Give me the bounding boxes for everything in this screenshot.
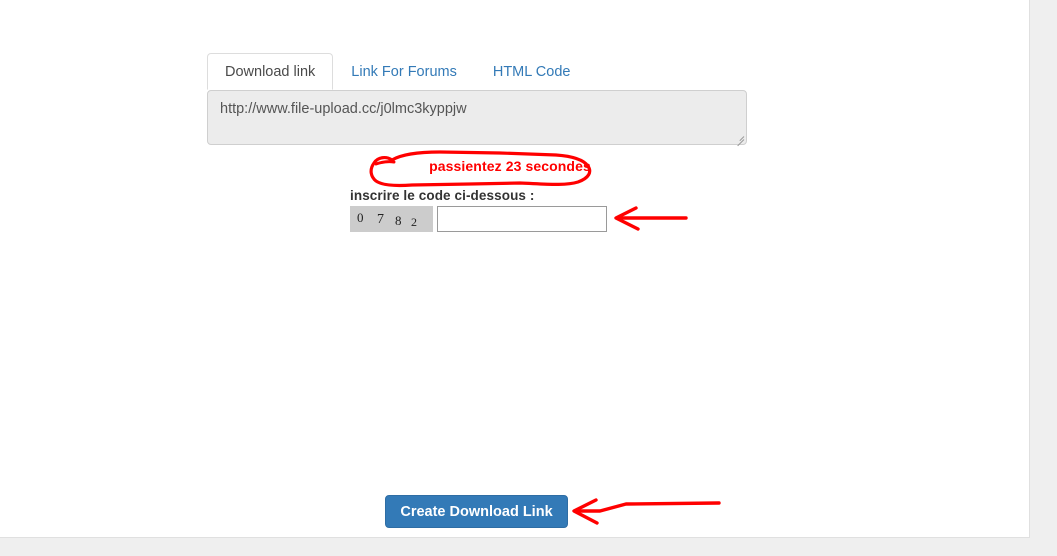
captcha-digit-2: 7 <box>377 212 384 227</box>
create-download-link-button[interactable]: Create Download Link <box>385 495 568 528</box>
captcha-input[interactable] <box>437 206 607 232</box>
captcha-digit-1: 0 <box>357 210 364 225</box>
captcha-row: 0 7 8 2 <box>350 206 607 232</box>
page-root: Download link Link For Forums HTML Code … <box>0 0 1057 556</box>
captcha-label: inscrire le code ci-dessous : <box>350 188 535 203</box>
tab-link-for-forums[interactable]: Link For Forums <box>333 53 475 90</box>
wait-notice-text: passientez 23 secondes <box>429 158 591 174</box>
tab-link-for-forums-label: Link For Forums <box>351 64 457 80</box>
tab-strip: Download link Link For Forums HTML Code <box>207 53 747 90</box>
tab-html-code-label: HTML Code <box>492 64 571 80</box>
tab-html-code[interactable]: HTML Code <box>475 53 589 90</box>
captcha-image: 0 7 8 2 <box>350 206 433 232</box>
captcha-digit-4: 2 <box>411 215 417 229</box>
captcha-digit-3: 8 <box>395 213 402 228</box>
download-link-textarea[interactable] <box>207 90 747 145</box>
tab-download-link-label: Download link <box>225 64 316 80</box>
page-right-gutter <box>1031 0 1057 556</box>
tab-download-link[interactable]: Download link <box>207 53 334 90</box>
page-bottom-gutter <box>0 539 1057 556</box>
